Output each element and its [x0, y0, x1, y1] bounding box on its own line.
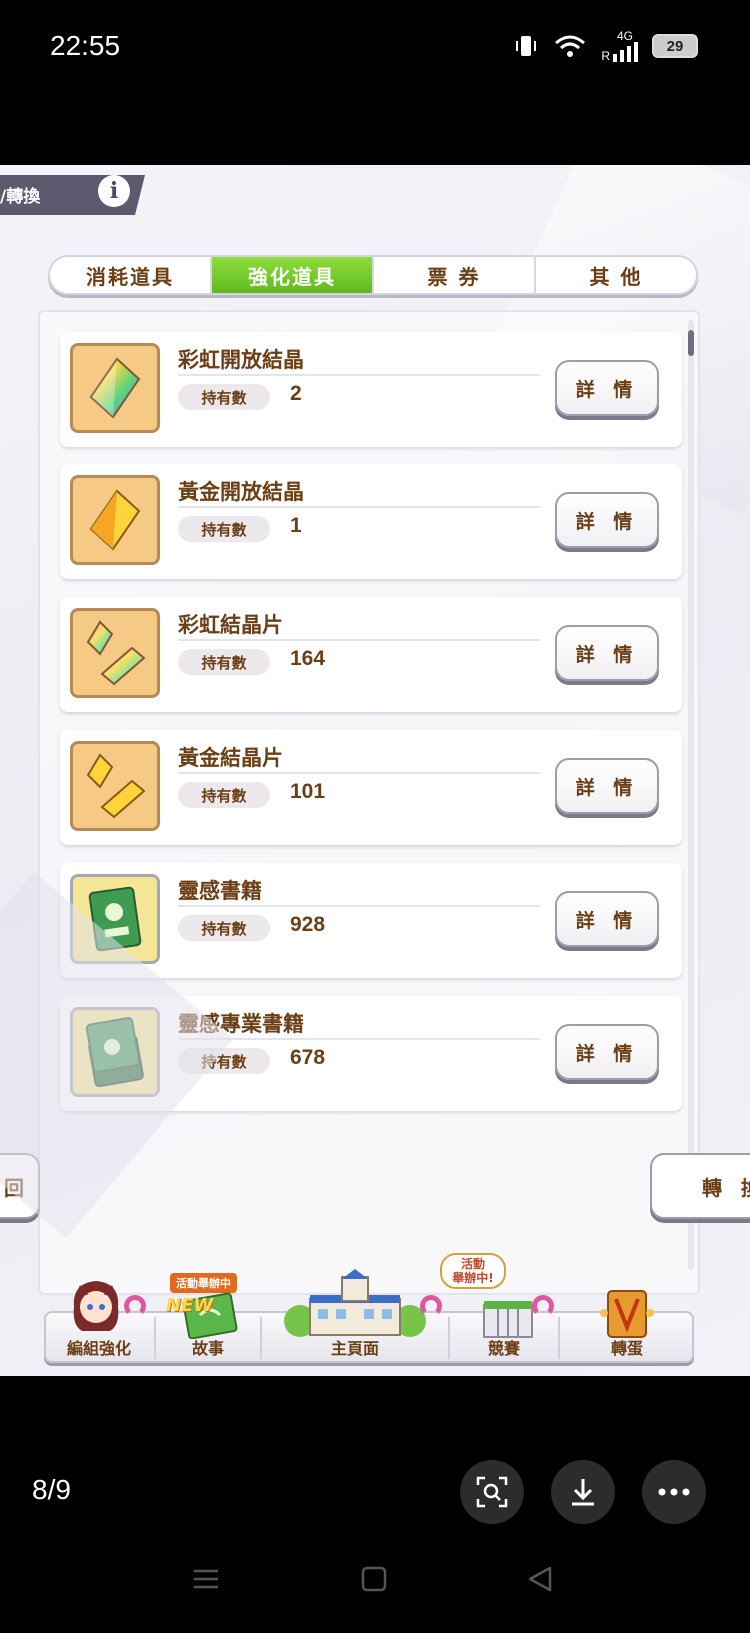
- item-name: 黃金開放結晶: [178, 480, 304, 504]
- owned-count: 101: [290, 780, 326, 803]
- owned-label: 持有數: [178, 649, 270, 675]
- item-name: 彩虹結晶片: [178, 613, 283, 637]
- item-name: 靈感書籍: [178, 879, 262, 903]
- owned-label: 持有數: [178, 516, 270, 542]
- horseshoe-icon: [124, 1295, 146, 1317]
- item-name: 彩虹開放結晶: [178, 348, 304, 372]
- detail-button[interactable]: 詳 情: [555, 758, 659, 814]
- more-button[interactable]: [642, 1460, 706, 1524]
- convert-button[interactable]: 轉 換: [650, 1153, 750, 1219]
- nav-label-team: 編組強化: [66, 1339, 131, 1358]
- divider: [178, 374, 540, 376]
- nav-label-home: 主頁面: [330, 1339, 379, 1358]
- new-label: NEW: [166, 1295, 214, 1316]
- home-icon[interactable]: [360, 1565, 388, 1593]
- event-bubble: 活動 舉辦中!: [440, 1253, 506, 1289]
- network-label: 4G: [616, 29, 633, 43]
- download-button[interactable]: [551, 1460, 615, 1524]
- school-building-icon: [284, 1269, 426, 1337]
- race-gate-icon: [483, 1301, 533, 1338]
- nav-label-gacha: 轉蛋: [610, 1339, 643, 1358]
- page-counter: 8/9: [32, 1474, 71, 1505]
- horseshoe-icon: [420, 1295, 442, 1317]
- list-item: 靈感書籍 持有數 928 詳 情: [60, 863, 682, 978]
- game-screen: /轉換 i 消耗道具 強化道具 票 券 其 他 彩虹開放結晶 持有數 2 詳 情…: [0, 165, 750, 1376]
- detail-button[interactable]: 詳 情: [555, 891, 659, 947]
- gold-shard-icon: [70, 741, 160, 831]
- item-list: 彩虹開放結晶 持有數 2 詳 情 黃金開放結晶 持有數 1 詳 情 彩虹結晶片 …: [38, 310, 700, 1295]
- gacha-gate-icon: [600, 1290, 654, 1338]
- detail-button[interactable]: 詳 情: [555, 492, 659, 548]
- divider: [178, 1038, 540, 1040]
- network-info: R 4G: [601, 30, 638, 62]
- pro-book-icon: [70, 1007, 160, 1097]
- divider: [178, 905, 540, 907]
- owned-count: 164: [290, 647, 326, 670]
- event-badge: 活動舉辦中: [170, 1273, 237, 1293]
- list-item: 靈感專業書籍 持有數 678 詳 情: [60, 996, 682, 1111]
- status-bar: 22:55 R 4G 29: [0, 0, 750, 100]
- tab-others[interactable]: 其 他: [536, 257, 696, 293]
- nav-label-story: 故事: [191, 1339, 224, 1358]
- divider: [178, 506, 540, 508]
- back-button[interactable]: 回: [0, 1153, 40, 1219]
- bottom-nav: 編組強化 活動舉辦中 NEW 故事 主頁面 活動 舉辦中! 競賽 轉蛋: [44, 1253, 694, 1363]
- inspiration-book-icon: [70, 874, 160, 964]
- download-icon: [572, 1479, 594, 1506]
- back-icon[interactable]: [526, 1565, 554, 1593]
- owned-label: 持有數: [178, 915, 270, 941]
- tab-enhancement[interactable]: 強化道具: [212, 257, 374, 293]
- item-name: 靈感專業書籍: [178, 1012, 304, 1036]
- owned-count: 678: [290, 1046, 326, 1069]
- nav-item-team[interactable]: 編組強化: [44, 1281, 154, 1363]
- battery-icon: 29: [652, 34, 698, 58]
- list-scrollbar[interactable]: [688, 320, 694, 1270]
- status-time: 22:55: [50, 30, 121, 61]
- nav-item-race[interactable]: 活動 舉辦中! 競賽: [440, 1253, 558, 1363]
- status-icons: R 4G 29: [513, 30, 698, 62]
- list-item: 黃金結晶片 持有數 101 詳 情: [60, 730, 682, 845]
- lens-search-button[interactable]: [460, 1460, 524, 1524]
- gold-crystal-icon: [70, 475, 160, 565]
- owned-count: 928: [290, 913, 326, 936]
- roaming-label: R: [601, 49, 610, 63]
- detail-button[interactable]: 詳 情: [555, 1024, 659, 1080]
- owned-count: 1: [290, 514, 302, 537]
- tab-tickets[interactable]: 票 券: [374, 257, 536, 293]
- character-avatar-icon: [73, 1281, 119, 1331]
- list-item: 彩虹開放結晶 持有數 2 詳 情: [60, 332, 682, 447]
- nav-label-race: 競賽: [487, 1339, 520, 1358]
- category-tabs: 消耗道具 強化道具 票 券 其 他: [48, 255, 698, 295]
- list-item: 黃金開放結晶 持有數 1 詳 情: [60, 464, 682, 579]
- owned-label: 持有數: [178, 1048, 270, 1074]
- info-button[interactable]: i: [98, 175, 130, 207]
- page-title: /轉換: [0, 187, 41, 207]
- scroll-thumb[interactable]: [688, 330, 694, 356]
- vibrate-icon: [516, 36, 537, 56]
- signal-icon: [613, 42, 638, 62]
- wifi-icon: [555, 35, 586, 57]
- more-icon: [658, 1488, 690, 1496]
- tab-consumables[interactable]: 消耗道具: [50, 257, 212, 293]
- nav-item-home[interactable]: 主頁面: [262, 1269, 448, 1363]
- item-name: 黃金結晶片: [178, 746, 283, 770]
- rainbow-crystal-icon: [70, 343, 160, 433]
- rainbow-shard-icon: [70, 608, 160, 698]
- detail-button[interactable]: 詳 情: [555, 625, 659, 681]
- owned-label: 持有數: [178, 384, 270, 410]
- owned-label: 持有數: [178, 782, 270, 808]
- detail-button[interactable]: 詳 情: [555, 360, 659, 416]
- list-item: 彩虹結晶片 持有數 164 詳 情: [60, 597, 682, 712]
- nav-item-story[interactable]: 活動舉辦中 NEW 故事: [156, 1273, 260, 1363]
- menu-icon[interactable]: [192, 1565, 220, 1593]
- owned-count: 2: [290, 382, 302, 405]
- lens-search-icon: [476, 1476, 508, 1508]
- divider: [178, 639, 540, 641]
- horseshoe-icon: [532, 1295, 554, 1317]
- divider: [178, 772, 540, 774]
- nav-item-gacha[interactable]: 轉蛋: [560, 1283, 694, 1363]
